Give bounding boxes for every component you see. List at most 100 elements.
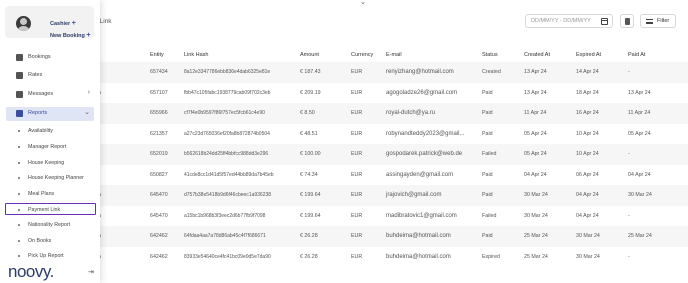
entity-cell: 652019 [148, 144, 182, 165]
table-row[interactable]: t6574348a12e3347786ebb836e4dab6325e81e€ … [96, 62, 688, 83]
user-profile-card: Cashier + New Booking + [5, 6, 94, 39]
sidebar-subitem-label: Meal Plans [28, 190, 55, 197]
export-button[interactable] [620, 14, 634, 28]
plus-icon: + [86, 32, 91, 39]
chevron-down-icon[interactable]: ⌄ [360, 0, 368, 6]
entity-cell: 650827 [150, 171, 168, 178]
status-cell: Paid [482, 171, 493, 178]
table-row[interactable]: 655966 cf7f4e0b9597f86f757ec5fcb61c4e90 € … [96, 103, 688, 124]
column-header-created-at[interactable]: Created At [522, 48, 574, 62]
link-hash-cell: fbb47c105fabc1938779cab09f702c3eb [184, 89, 271, 96]
sidebar-subitem-on-books[interactable]: On Books [6, 235, 94, 247]
sidebar-subitem-nationality-report[interactable]: Nationality Report [6, 219, 94, 231]
table-header-row: Entity Link Hash Amount Currency E-mail … [96, 48, 688, 62]
link-hash-cell: d757b38e5418b9d6f46cbeec1a936238 [182, 185, 298, 206]
amount-cell: € 199.64 [298, 185, 349, 206]
sidebar-item-label: Messages [28, 91, 54, 97]
column-header-entity[interactable]: Entity [148, 48, 182, 62]
sidebar-subitem-manager-report[interactable]: Manager Report [6, 141, 94, 153]
email-cell: buhdeima@hotmail.com [386, 253, 451, 260]
document-icon [625, 18, 630, 25]
table-row[interactable]: 650827 41cde8cc1d41d5f57ed44bb89da7b45eb €… [96, 165, 688, 186]
chart-icon [16, 110, 23, 117]
sidebar-subitem-pick-up-report[interactable]: Pick Up Report [6, 250, 94, 262]
table-row[interactable]: 652019 b562618b24dd25ff4bbfcc988dd3e296 € … [96, 144, 688, 165]
email-cell: renyizhang@hotmail.com [384, 62, 480, 83]
paid-at-cell: 13 Apr 24 [628, 89, 651, 96]
status-cell: Failed [480, 144, 522, 165]
new-booking-button[interactable]: New Booking + [50, 32, 90, 39]
brand-logo: noovy. [8, 262, 54, 281]
table-row[interactable]: a645470d757b38e5418b9d6f46cbeec1a936238€… [96, 185, 688, 206]
created-at-cell: 11 Apr 24 [522, 103, 574, 124]
calendar-icon[interactable] [601, 18, 608, 25]
table-row[interactable]: 621357 a27c23d765036ef20fa8b872874b0504 € … [96, 124, 688, 145]
sidebar-subitem-label: House Keeping Planner [28, 174, 84, 181]
sidebar-item-reports[interactable]: Reports ⌄ [6, 107, 94, 121]
created-at-cell: 25 Mar 24 [524, 253, 548, 260]
sidebar-subitem-label: On Books [28, 237, 52, 244]
link-hash-cell: 64fdaa4aa7a78d86ab45c4f7f686671 [182, 226, 298, 247]
date-range-input[interactable]: DD/MM/YY - DD/MM/YY [525, 14, 613, 28]
column-header-expired-at[interactable]: Expired At [574, 48, 626, 62]
email-cell: assingayden@gmail.com [386, 171, 454, 178]
table-row[interactable]: a642462 83933e54640ce4fc41bc09e0d5e7da90 €… [96, 247, 688, 268]
amount-cell: € 8.50 [298, 103, 349, 124]
role-selector[interactable]: Cashier + [50, 20, 76, 27]
expired-at-cell: 04 Apr 24 [576, 212, 599, 219]
table-row[interactable]: a64246264fdaa4aa7a78d86ab45c4f7f686671€ … [96, 226, 688, 247]
created-at-cell: 25 Mar 24 [522, 226, 574, 247]
sidebar-subitem-availability[interactable]: Availability [6, 125, 94, 137]
email-cell: robynandteddy2023@gmail... [386, 130, 465, 137]
column-header-id [96, 48, 148, 62]
bullet-icon [18, 162, 20, 164]
payment-links-table: Entity Link Hash Amount Currency E-mail … [96, 48, 688, 267]
avatar[interactable] [16, 16, 31, 31]
entity-cell: 655966 [148, 103, 182, 124]
sidebar-subitem-house-keeping[interactable]: House Keeping [6, 157, 94, 169]
entity-cell: 645470 [148, 185, 182, 206]
link-hash-cell: a27c23d765036ef20fa8b872874b0504 [184, 130, 270, 137]
amount-cell: € 26.28 [300, 253, 318, 260]
paid-at-cell: 11 Apr 24 [626, 103, 688, 124]
column-header-email[interactable]: E-mail [384, 48, 480, 62]
chevron-down-icon: ⌄ [84, 109, 90, 116]
entity-cell: 645470 [150, 212, 168, 219]
filter-button[interactable]: Filter [640, 14, 676, 28]
sidebar-subitem-label: Pick Up Report [28, 252, 64, 259]
currency-cell: EUR [349, 185, 384, 206]
sidebar-subitem-label: Payment Link [28, 206, 61, 213]
sidebar-subitem-label: Nationality Report [28, 221, 71, 228]
plus-icon: + [71, 20, 76, 27]
currency-cell: EUR [349, 103, 384, 124]
table-row[interactable]: a657107 fbb47c105fabc1938779cab09f702c3eb… [96, 83, 688, 104]
email-cell: madibratovic1@gmail.com [386, 212, 457, 219]
expired-at-cell: 18 Apr 24 [576, 89, 599, 96]
column-header-link-hash[interactable]: Link Hash [182, 48, 298, 62]
bullet-icon [18, 146, 20, 148]
entity-cell: 657107 [150, 89, 168, 96]
entity-cell: 621357 [150, 130, 168, 137]
email-cell: royal-dutch@ya.ru [384, 103, 480, 124]
sidebar-subitem-meal-plans[interactable]: Meal Plans [6, 188, 94, 200]
sidebar-subitem-house-keeping-planner[interactable]: House Keeping Planner [6, 172, 94, 184]
column-header-amount[interactable]: Amount [298, 48, 349, 62]
sidebar-item-label: Bookings [28, 54, 51, 60]
column-header-paid-at[interactable]: Paid At [626, 48, 688, 62]
row-id-cell: a [96, 83, 148, 104]
currency-cell: EUR [351, 253, 363, 260]
currency-cell: EUR [351, 89, 363, 96]
column-header-status[interactable]: Status [480, 48, 522, 62]
sidebar-subitem-payment-link[interactable]: Payment Link [5, 203, 96, 215]
sidebar-item-bookings[interactable]: Bookings [6, 51, 94, 65]
collapse-sidebar-icon[interactable]: ⇥ [88, 268, 94, 276]
table-row[interactable]: a645470 a15bc1b968b3f3eec2d6b77fb9f7098 € … [96, 206, 688, 227]
sidebar-item-messages[interactable]: Messages › [6, 88, 94, 102]
sidebar-item-rates[interactable]: Rates [6, 69, 94, 83]
row-id-cell [96, 144, 148, 165]
sidebar: Cashier + New Booking + Bookings Rates M… [0, 0, 100, 283]
currency-cell: EUR [349, 226, 384, 247]
column-header-currency[interactable]: Currency [349, 48, 384, 62]
status-cell: Failed [482, 212, 497, 219]
amount-cell: € 209.19 [300, 89, 321, 96]
